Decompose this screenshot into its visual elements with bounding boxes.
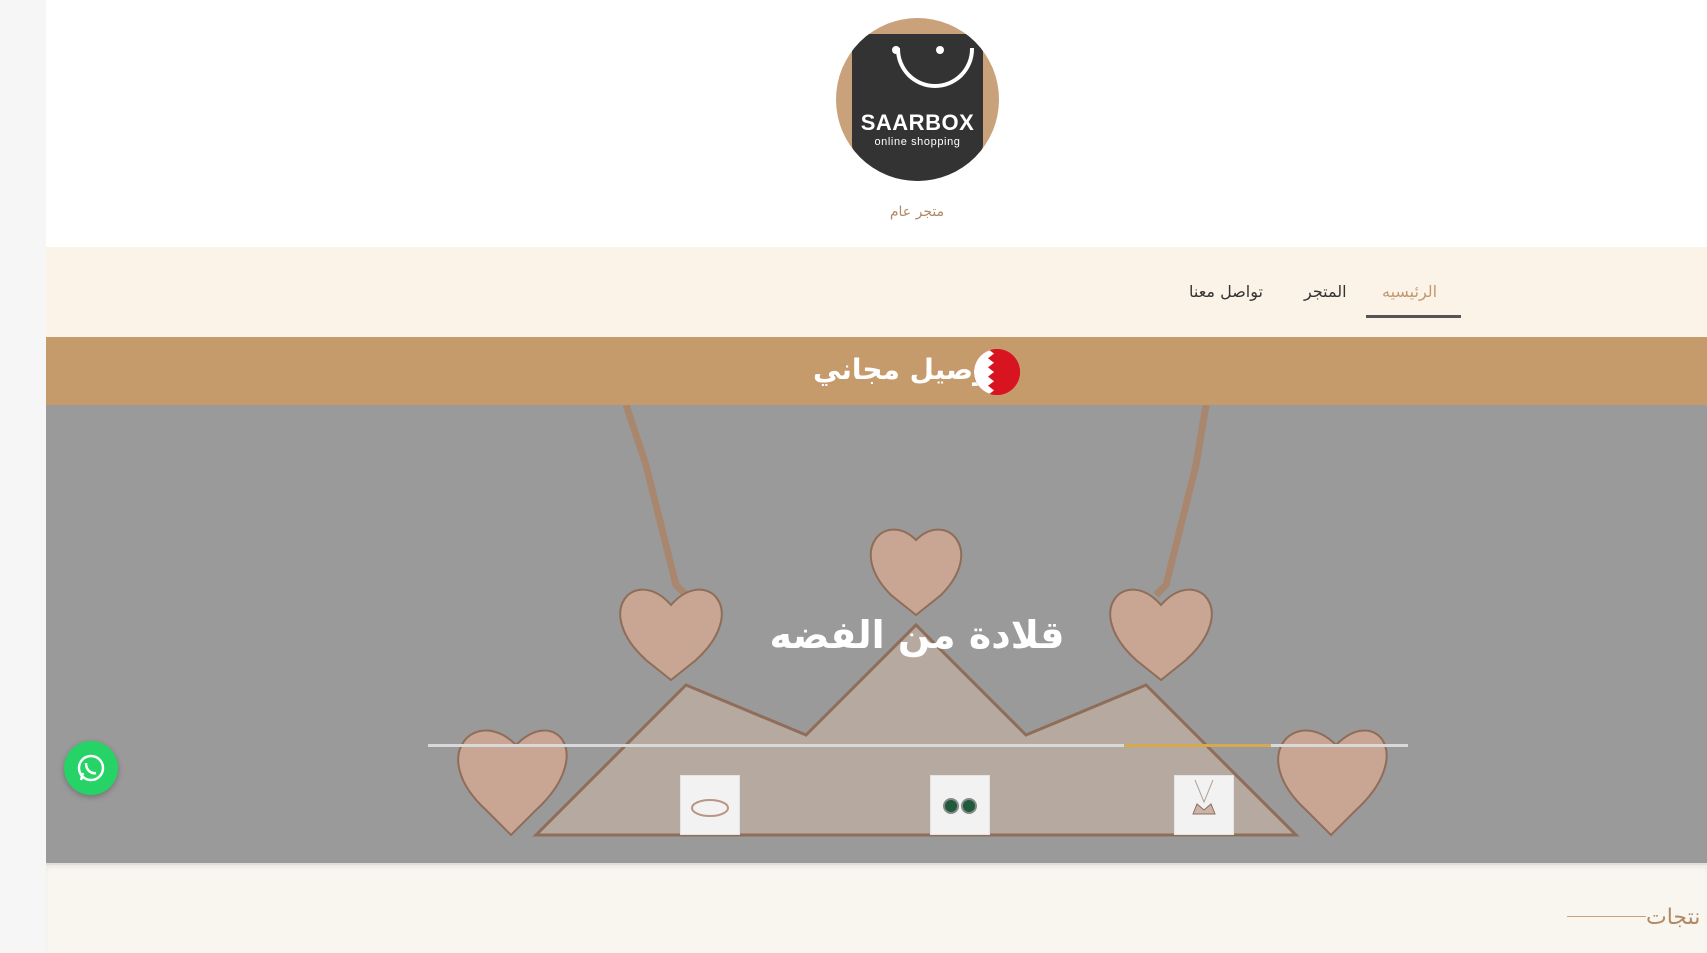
ring-thumbnail[interactable] <box>680 775 740 835</box>
active-nav-underline <box>1366 315 1461 318</box>
saarbox-logo[interactable]: SAARBOX online shopping <box>836 18 999 181</box>
slider-progress-track <box>428 744 1408 747</box>
hero-title: قلادة من الفضه <box>769 613 1065 657</box>
hero-slider: قلادة من الفضه <box>46 405 1707 863</box>
whatsapp-icon <box>77 754 105 782</box>
nav-item-home[interactable]: الرئيسيه <box>1382 282 1437 301</box>
site-header: SAARBOX online shopping متجر عام <box>46 0 1707 247</box>
nav-item-store[interactable]: المتجر <box>1304 282 1347 301</box>
nav-item-contact[interactable]: تواصل معنا <box>1189 282 1263 301</box>
ring-icon <box>691 799 729 817</box>
crown-necklace-icon <box>1192 779 1216 815</box>
promo-banner: توصيل مجاني <box>46 337 1707 405</box>
slider-progress-fill <box>1123 744 1271 747</box>
bag-smile-handle <box>896 48 974 88</box>
earrings-icon <box>943 798 977 814</box>
page: SAARBOX online shopping متجر عام الرئيسي… <box>46 0 1707 953</box>
promo-text: توصيل مجاني <box>813 353 1002 386</box>
bahrain-flag-icon <box>974 349 1020 395</box>
logo-subtitle: online shopping <box>874 136 961 148</box>
crown-necklace-thumbnail[interactable] <box>1174 775 1234 835</box>
whatsapp-button[interactable] <box>64 741 118 795</box>
site-tagline: متجر عام <box>889 204 945 220</box>
bahrain-flag-graphic <box>974 349 1020 395</box>
section-title-divider <box>1567 916 1646 917</box>
main-nav: الرئيسيه المتجر تواصل معنا <box>46 247 1707 337</box>
products-section: نتجات <box>46 863 1707 953</box>
section-title: نتجات <box>1646 905 1701 930</box>
shopping-bag-icon <box>852 34 983 181</box>
logo-title: SAARBOX <box>860 110 975 135</box>
earrings-thumbnail[interactable] <box>930 775 990 835</box>
